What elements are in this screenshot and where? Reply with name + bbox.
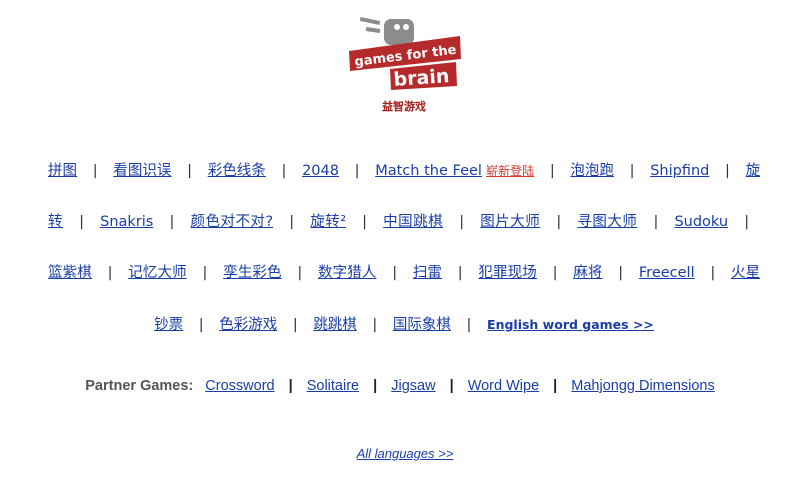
logo-line2: brain (393, 65, 450, 91)
game-link[interactable]: Shipfind (650, 163, 709, 179)
separator: | (92, 163, 98, 179)
separator: | (549, 163, 555, 179)
separator: | (618, 265, 624, 281)
game-link[interactable]: 寻图大师 (577, 214, 637, 230)
games-nav: 拼图 | 看图识误 | 彩色线条 | 2048 | Match the Feel… (48, 146, 760, 351)
separator: | (725, 163, 730, 179)
game-link[interactable]: 中国跳棋 (383, 214, 443, 230)
logo-graphic: games for the brain (349, 16, 461, 91)
robot-eye-icon (394, 24, 400, 30)
separator: | (79, 214, 84, 230)
game-link[interactable]: Freecell (639, 265, 695, 281)
partner-link-mahjongg-dimensions[interactable]: Mahjongg Dimensions (571, 378, 714, 394)
separator: | (459, 214, 465, 230)
separator: | (288, 378, 293, 394)
game-link[interactable]: 颜色对不对? (190, 214, 273, 230)
speed-line-icon (365, 27, 381, 33)
separator: | (198, 317, 204, 333)
separator: | (552, 265, 558, 281)
separator: | (281, 163, 287, 179)
separator: | (629, 163, 635, 179)
separator: | (362, 214, 368, 230)
separator: | (297, 265, 303, 281)
separator: | (169, 214, 175, 230)
partner-link-word-wipe[interactable]: Word Wipe (468, 378, 539, 394)
partner-link-solitaire[interactable]: Solitaire (307, 378, 359, 394)
game-link[interactable]: 犯罪现场 (478, 265, 537, 281)
separator: | (553, 378, 558, 394)
game-link[interactable]: 篮紫棋 (48, 265, 92, 281)
separator: | (466, 317, 472, 333)
separator: | (457, 265, 463, 281)
game-link[interactable]: Match the Feel (375, 163, 482, 179)
speed-line-icon (359, 16, 381, 26)
separator: | (653, 214, 659, 230)
game-link[interactable]: Snakris (100, 214, 153, 230)
game-link[interactable]: 看图识误 (113, 163, 171, 179)
game-link[interactable]: 泡泡跑 (570, 163, 614, 179)
partner-games-label: Partner Games: (85, 378, 194, 394)
separator: | (373, 378, 378, 394)
separator: | (292, 317, 298, 333)
separator: | (556, 214, 562, 230)
game-link[interactable]: 色彩游戏 (219, 317, 277, 333)
game-link[interactable]: 拼图 (48, 163, 77, 179)
robot-head-icon (384, 19, 414, 45)
game-link[interactable]: 记忆大师 (128, 265, 187, 281)
game-link[interactable]: 旋转² (310, 214, 346, 230)
game-link[interactable]: 跳跳棋 (313, 317, 357, 333)
game-link[interactable]: 孪生彩色 (223, 265, 282, 281)
separator: | (354, 163, 360, 179)
partner-link-crossword[interactable]: Crossword (205, 378, 274, 394)
game-link[interactable]: 彩色线条 (208, 163, 266, 179)
game-link[interactable]: 麻将 (573, 265, 602, 281)
separator: | (187, 163, 193, 179)
partner-games: Partner Games: Crossword | Solitaire | J… (0, 378, 800, 394)
english-word-games-link[interactable]: English word games >> (487, 317, 654, 332)
game-link[interactable]: 2048 (302, 163, 339, 179)
all-languages: All languages >> (0, 446, 800, 461)
separator: | (449, 378, 454, 394)
game-link[interactable]: 国际象棋 (393, 317, 451, 333)
new-badge[interactable]: 崭新登陆 (486, 164, 534, 178)
site-logo[interactable]: games for the brain 益智游戏 (340, 14, 461, 114)
game-link[interactable]: 数字猎人 (318, 265, 377, 281)
game-link[interactable]: 图片大师 (480, 214, 540, 230)
partner-link-jigsaw[interactable]: Jigsaw (391, 378, 435, 394)
separator: | (744, 214, 750, 230)
separator: | (202, 265, 208, 281)
logo-subtitle: 益智游戏 (382, 100, 426, 113)
separator: | (392, 265, 398, 281)
separator: | (107, 265, 113, 281)
separator: | (289, 214, 295, 230)
game-link[interactable]: 扫雷 (413, 265, 442, 281)
separator: | (372, 317, 378, 333)
robot-eye-icon (403, 24, 409, 30)
game-link[interactable]: Sudoku (674, 214, 728, 230)
all-languages-link[interactable]: All languages >> (357, 446, 454, 461)
separator: | (710, 265, 716, 281)
